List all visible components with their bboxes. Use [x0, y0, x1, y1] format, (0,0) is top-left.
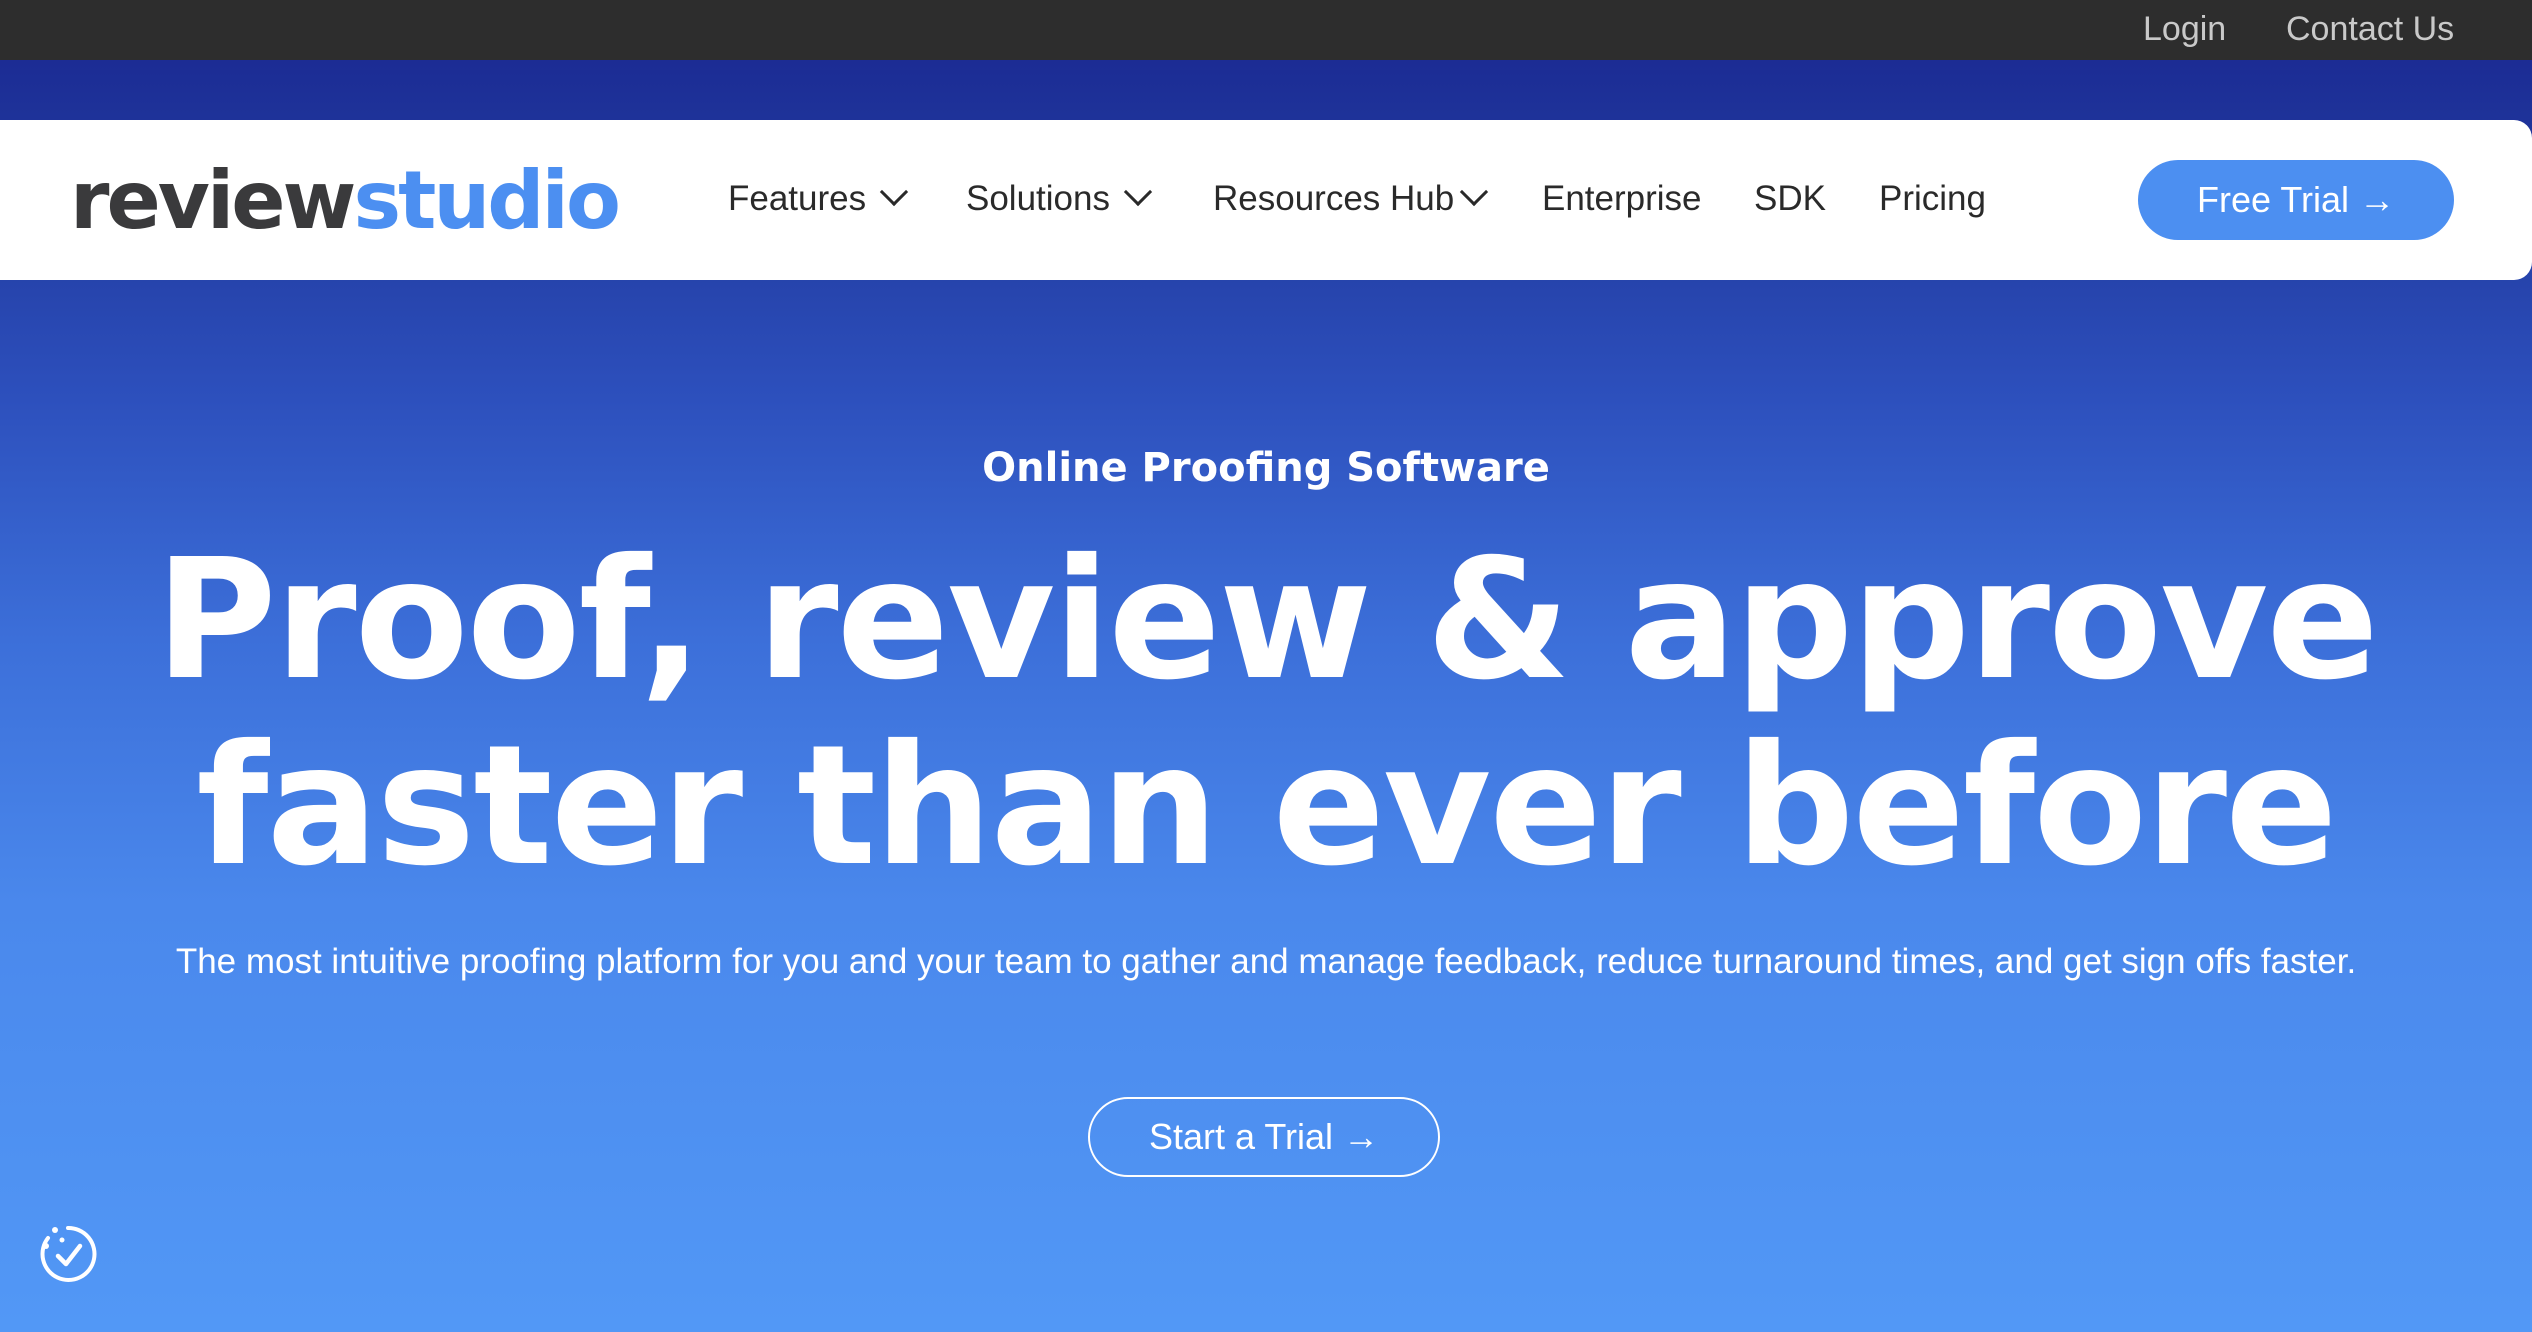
accessibility-check-icon[interactable]	[36, 1222, 100, 1286]
hero-eyebrow: Online Proofing Software	[982, 445, 1550, 491]
page: Login Contact Us reviewstudio Features S…	[0, 0, 2532, 1332]
hero-headline: Proof, review & approve faster than ever…	[0, 528, 2532, 900]
logo-studio-text: studio	[353, 154, 620, 247]
login-link[interactable]: Login	[2143, 0, 2226, 60]
hero-headline-line-2: faster than ever before	[196, 710, 2337, 903]
nav-solutions-label: Solutions	[966, 179, 1110, 218]
main-navbar: reviewstudio Features Solutions Resource…	[0, 120, 2532, 280]
chevron-down-icon	[1123, 177, 1153, 207]
nav-resources-hub[interactable]: Resources Hub	[1213, 120, 1489, 280]
chevron-down-icon	[879, 177, 909, 207]
utility-bar: Login Contact Us	[0, 0, 2532, 60]
chevron-down-icon	[1460, 177, 1489, 207]
logo[interactable]: reviewstudio	[70, 154, 621, 247]
free-trial-button[interactable]: Free Trial →	[2138, 160, 2454, 240]
start-trial-button[interactable]: Start a Trial →	[1088, 1097, 1440, 1177]
logo-review-text: review	[70, 154, 356, 247]
nav-enterprise[interactable]: Enterprise	[1542, 120, 1702, 280]
nav-sdk[interactable]: SDK	[1754, 120, 1826, 280]
nav-features[interactable]: Features	[728, 120, 909, 280]
nav-features-label: Features	[728, 179, 867, 218]
contact-us-link[interactable]: Contact Us	[2286, 0, 2454, 60]
nav-resources-label: Resources Hub	[1213, 179, 1455, 218]
nav-pricing[interactable]: Pricing	[1879, 120, 1986, 280]
nav-solutions[interactable]: Solutions	[966, 120, 1153, 280]
hero-subtext: The most intuitive proofing platform for…	[175, 942, 2357, 981]
hero-headline-line-1: Proof, review & approve	[155, 524, 2379, 717]
